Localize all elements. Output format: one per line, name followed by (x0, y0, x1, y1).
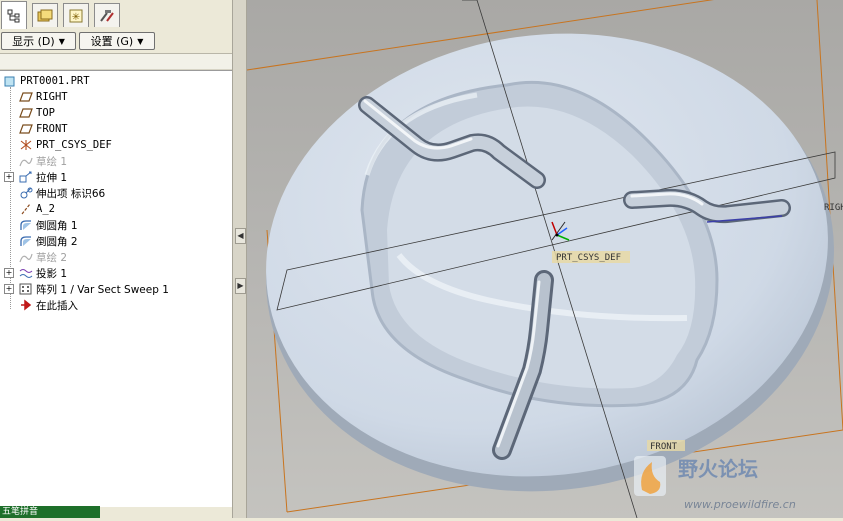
ime-indicator[interactable]: 五笔拼音 (0, 506, 100, 518)
round-icon (18, 234, 34, 248)
expand-toggle-icon[interactable]: + (4, 172, 14, 182)
pattern-icon (18, 282, 34, 296)
expand-toggle-icon[interactable]: + (4, 284, 14, 294)
tree-item[interactable]: 倒圆角 1 (0, 217, 232, 233)
tree-item-label: TOP (36, 107, 55, 119)
tree-column-header (0, 53, 232, 70)
model-tree: PRT0001.PRT RIGHT TOP FRONT PRT_CSYS_DEF 草绘 1… (0, 70, 232, 507)
tree-item-label: 在此插入 (36, 299, 78, 312)
tree-item-label: 伸出项 标识66 (36, 187, 106, 200)
tree-item-label: 阵列 1 / Var Sect Sweep 1 (36, 283, 169, 296)
tree-item[interactable]: TOP (0, 105, 232, 121)
tree-item[interactable]: RIGHT (0, 89, 232, 105)
front-label-tag[interactable]: FRONT (647, 440, 685, 452)
tree-item[interactable]: A_2 (0, 201, 232, 217)
tree-item[interactable]: + 阵列 1 / Var Sect Sweep 1 (0, 281, 232, 297)
folder-icon (37, 9, 53, 21)
tree-item[interactable]: 草绘 2 (0, 249, 232, 265)
csys-icon (18, 138, 34, 152)
model-view-svg[interactable]: PRT_CSYS_DEF RIGHT FRONT (247, 0, 843, 518)
part-icon (2, 74, 18, 88)
panel-splitter[interactable]: ◀ ▶ (232, 0, 247, 518)
tree-item[interactable]: 倒圆角 2 (0, 233, 232, 249)
tree-item-label: 投影 1 (36, 267, 68, 280)
sketch-icon (18, 154, 34, 168)
round-icon (18, 218, 34, 232)
settings-dropdown-label: 设置 (G) (90, 35, 134, 48)
tree-item[interactable]: 草绘 1 (0, 153, 232, 169)
tree-item-label: PRT0001.PRT (20, 75, 90, 87)
tree-item-label: A_2 (36, 203, 55, 215)
datum-plane-icon (18, 90, 34, 104)
watermark: 野火论坛 www.proewildfire.cn (630, 452, 843, 518)
tree-item[interactable]: 在此插入 (0, 297, 232, 313)
front-plane-label: FRONT (650, 442, 678, 452)
model-tree-icon (7, 9, 20, 22)
model-tree-toolbar: 显示 (D) ▼ 设置 (G) ▼ (0, 30, 232, 52)
star-icon: ✳ (69, 9, 83, 23)
model-tree-panel: ✳ 显示 (D) ▼ 设置 (G) ▼ PRT0001.PRT RIGHT TOP F… (0, 0, 232, 518)
svg-text:✳: ✳ (72, 12, 80, 23)
csys-label: PRT_CSYS_DEF (556, 253, 621, 263)
expand-right-icon[interactable]: ▶ (235, 278, 246, 294)
navigator-tabs: ✳ (0, 0, 232, 30)
connections-tab[interactable] (94, 3, 120, 27)
right-plane-label: RIGHT (824, 203, 843, 213)
tree-item[interactable]: 伸出项 标识66 (0, 185, 232, 201)
chevron-down-icon: ▼ (137, 36, 144, 46)
insert-arrow-icon (18, 298, 34, 312)
display-dropdown-label: 显示 (D) (12, 35, 55, 48)
tree-item[interactable]: PRT_CSYS_DEF (0, 137, 232, 153)
settings-dropdown[interactable]: 设置 (G) ▼ (79, 32, 155, 50)
watermark-title: 野火论坛 (678, 457, 758, 481)
favorites-tab[interactable]: ✳ (63, 3, 89, 27)
tree-item-label: 倒圆角 1 (36, 219, 78, 232)
datum-plane-icon (18, 122, 34, 136)
tools-icon (100, 9, 114, 22)
tree-item[interactable]: + 拉伸 1 (0, 169, 232, 185)
graphics-viewport[interactable]: PRT_CSYS_DEF RIGHT FRONT (247, 0, 843, 518)
model-tree-tab[interactable] (1, 1, 27, 29)
collapse-left-icon[interactable]: ◀ (235, 228, 246, 244)
ime-label: 五笔拼音 (2, 507, 39, 517)
right-label-tag[interactable]: RIGHT (824, 203, 843, 213)
expand-toggle-icon[interactable]: + (4, 268, 14, 278)
tree-item[interactable]: FRONT (0, 121, 232, 137)
tree-item-label: 拉伸 1 (36, 171, 68, 184)
tree-item[interactable]: PRT0001.PRT (0, 73, 232, 89)
chevron-down-icon: ▼ (58, 36, 65, 46)
watermark-url: www.proewildfire.cn (684, 498, 796, 511)
tree-item-label: 草绘 1 (36, 155, 68, 168)
tree-item-label: 草绘 2 (36, 251, 68, 264)
csys-label-tag[interactable]: PRT_CSYS_DEF (552, 251, 630, 263)
datum-plane-icon (18, 106, 34, 120)
axis-icon (18, 202, 34, 216)
tree-item[interactable]: + 投影 1 (0, 265, 232, 281)
display-dropdown[interactable]: 显示 (D) ▼ (1, 32, 76, 50)
sketch-icon (18, 250, 34, 264)
extrude-icon (18, 170, 34, 184)
tree-item-label: PRT_CSYS_DEF (36, 139, 112, 151)
tree-item-label: FRONT (36, 123, 68, 135)
projection-icon (18, 266, 34, 280)
folder-browser-tab[interactable] (32, 3, 58, 27)
watermark-logo: 野火论坛 www.proewildfire.cn (634, 456, 796, 511)
protrusion-icon (18, 186, 34, 200)
tree-item-label: 倒圆角 2 (36, 235, 78, 248)
tree-item-label: RIGHT (36, 91, 68, 103)
